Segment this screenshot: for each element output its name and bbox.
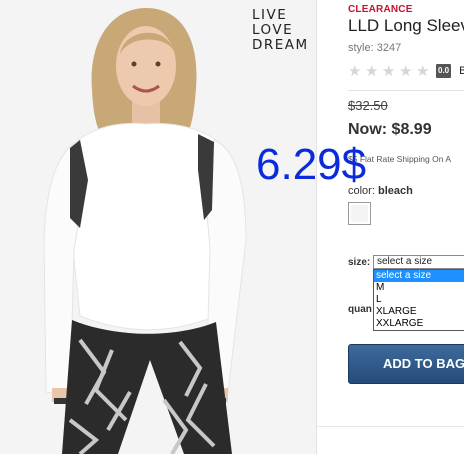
add-to-bag-button[interactable]: ADD TO BAG: [348, 344, 464, 384]
brand-logo: LIVE LOVE DREAM: [252, 8, 312, 53]
divider: [348, 90, 464, 91]
size-option[interactable]: select a size: [374, 270, 464, 282]
star-icon: ★: [365, 62, 379, 80]
star-icon: ★: [399, 62, 413, 80]
original-price: $32.50: [348, 98, 388, 113]
rating-score-badge: 0.0: [436, 64, 452, 78]
product-image[interactable]: LIVE LOVE DREAM: [0, 0, 316, 454]
size-label: size:: [348, 257, 371, 268]
column-divider: [316, 0, 317, 454]
sale-price: Now: $8.99: [348, 121, 432, 138]
star-icon: ★: [348, 62, 362, 80]
star-icon: ★: [416, 62, 430, 80]
brand-logo-line: LIVE: [252, 7, 288, 23]
review-link[interactable]: B: [459, 65, 464, 77]
size-option[interactable]: M: [374, 282, 464, 294]
overlay-price-annotation: 6.29$: [256, 140, 367, 189]
star-icon: ★: [382, 62, 396, 80]
color-swatch-bleach[interactable]: [348, 202, 371, 225]
size-option[interactable]: L: [374, 294, 464, 306]
brand-logo-line: LOVE: [252, 22, 294, 38]
size-dropdown[interactable]: select a size: [373, 255, 464, 269]
clearance-badge: CLEARANCE: [348, 4, 413, 15]
quantity-label: quan: [348, 304, 372, 315]
rating-row[interactable]: ★ ★ ★ ★ ★ 0.0 B: [348, 63, 464, 79]
size-option[interactable]: XXLARGE: [374, 318, 464, 330]
style-number: style: 3247: [348, 42, 402, 54]
size-options-list[interactable]: select a size M L XLARGE XXLARGE: [373, 269, 464, 331]
size-option[interactable]: XLARGE: [374, 306, 464, 318]
product-title: LLD Long Sleev: [348, 16, 464, 35]
product-details: CLEARANCE LLD Long Sleev style: 3247 ★ ★…: [348, 0, 464, 454]
color-value: bleach: [377, 185, 413, 197]
brand-logo-line: DREAM: [252, 37, 309, 53]
model-illustration: [0, 0, 316, 454]
